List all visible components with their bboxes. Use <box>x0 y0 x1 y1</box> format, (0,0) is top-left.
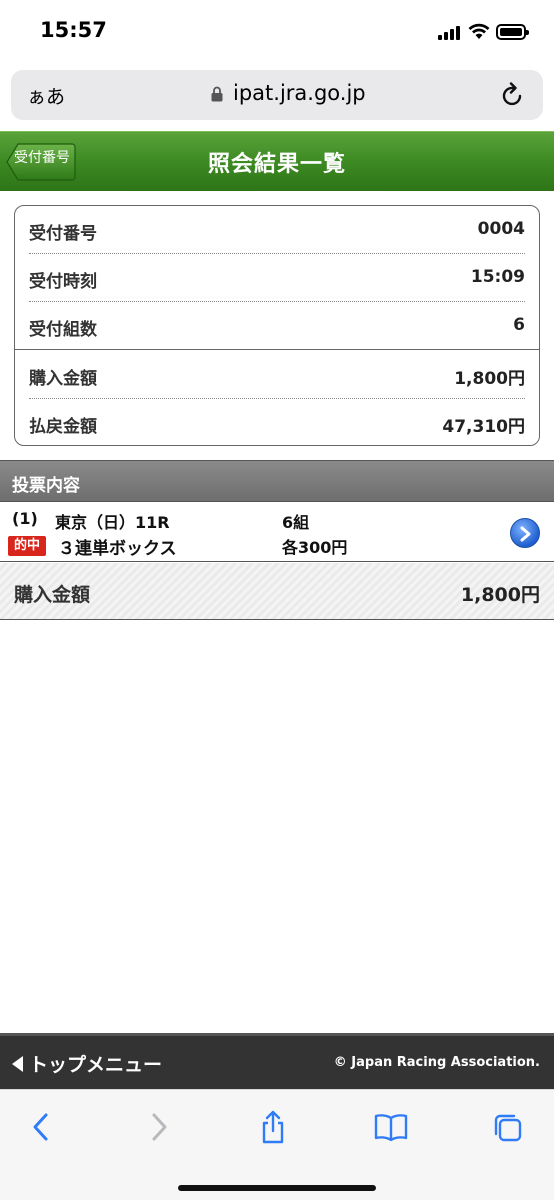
total-label: 購入金額 <box>14 584 91 606</box>
triangle-left-icon <box>12 1056 23 1072</box>
status-time: 15:57 <box>40 18 107 42</box>
summary-value: 15:09 <box>470 267 525 287</box>
total-row: 購入金額 1,800円 <box>0 563 554 620</box>
section-title: 投票内容 <box>12 476 80 496</box>
summary-value: 0004 <box>477 219 525 239</box>
battery-icon <box>496 24 529 40</box>
bet-race: 東京（日）11R <box>55 513 170 532</box>
reload-icon[interactable] <box>501 82 525 108</box>
total-value: 1,800円 <box>460 584 540 606</box>
browser-toolbar <box>0 1089 554 1200</box>
top-menu-link[interactable]: トップメニュー <box>12 1050 162 1077</box>
summary-row-payout-amount: 払戻金額 47,310円 <box>29 399 525 445</box>
url-text[interactable]: ipat.jra.go.jp <box>233 81 366 105</box>
bet-entry[interactable]: (1) 東京（日）11R 6組 的中 ３連単ボックス 各300円 <box>0 502 554 562</box>
text-size-button[interactable]: ぁあ <box>27 82 65 109</box>
divider <box>15 349 539 350</box>
bet-amount-each: 各300円 <box>282 538 348 557</box>
bet-combo-count: 6組 <box>282 513 310 532</box>
status-bar: 15:57 <box>0 0 554 64</box>
bet-index: (1) <box>12 509 38 528</box>
detail-arrow-button[interactable] <box>510 518 540 548</box>
top-menu-label: トップメニュー <box>29 1054 163 1076</box>
summary-row-combo-count: 受付組数 6 <box>29 302 525 350</box>
summary-label: 受付番号 <box>29 224 97 244</box>
hit-badge: 的中 <box>8 536 46 556</box>
tabs-icon[interactable] <box>492 1110 522 1144</box>
summary-row-purchase-amount: 購入金額 1,800円 <box>29 351 525 399</box>
chevron-right-icon <box>520 526 531 542</box>
signal-icon <box>438 26 462 40</box>
summary-value: 47,310円 <box>442 417 525 437</box>
lock-icon <box>211 86 223 102</box>
share-icon[interactable] <box>258 1110 288 1144</box>
home-indicator[interactable] <box>178 1185 376 1191</box>
summary-value: 1,800円 <box>454 369 525 389</box>
summary-label: 受付時刻 <box>29 272 97 292</box>
summary-value: 6 <box>513 315 525 335</box>
summary-label: 購入金額 <box>29 369 97 389</box>
address-bar[interactable]: ぁあ ipat.jra.go.jp <box>11 70 543 120</box>
summary-row-receipt-time: 受付時刻 15:09 <box>29 254 525 302</box>
wifi-icon <box>468 23 490 39</box>
forward-chevron-icon[interactable] <box>144 1110 174 1144</box>
copyright: © Japan Racing Association. <box>333 1055 540 1070</box>
section-header: 投票内容 <box>0 460 554 502</box>
footer-bar: トップメニュー © Japan Racing Association. <box>0 1033 554 1089</box>
summary-card: 受付番号 0004 受付時刻 15:09 受付組数 6 購入金額 1,800円 … <box>14 205 540 446</box>
page-title: 照会結果一覧 <box>207 152 346 177</box>
summary-row-receipt-number: 受付番号 0004 <box>29 206 525 254</box>
summary-label: 受付組数 <box>29 320 97 340</box>
back-chevron-icon[interactable] <box>26 1110 56 1144</box>
bet-type: ３連単ボックス <box>58 539 177 559</box>
page-header: 受付番号 照会結果一覧 <box>0 131 554 191</box>
bookmarks-icon[interactable] <box>374 1110 408 1144</box>
summary-label: 払戻金額 <box>29 417 97 437</box>
